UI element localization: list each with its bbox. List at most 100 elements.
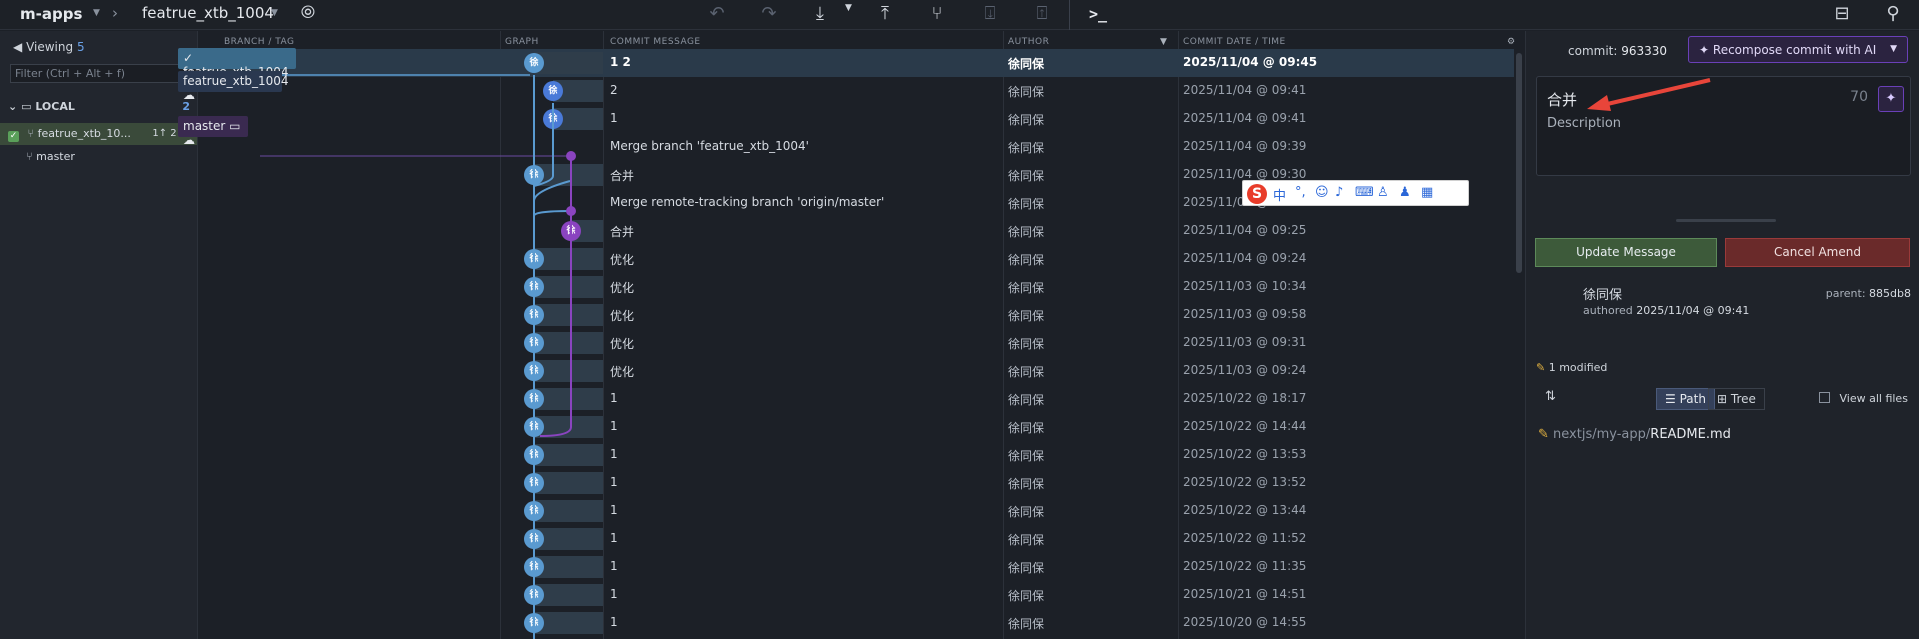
microphone-icon[interactable]: ♪ [1335, 185, 1343, 200]
stash-icon[interactable]: ⍗ [978, 5, 1002, 23]
modified-count: 1 modified [1548, 361, 1608, 374]
local-section-header[interactable]: ⌄ ▭ LOCAL 2 [8, 100, 198, 113]
parent-line: parent: 885db8 [1826, 287, 1911, 300]
parent-sha[interactable]: 885db8 [1869, 287, 1911, 300]
branch-item-master[interactable]: ⑂ master [0, 146, 197, 168]
checkout-check-icon: ✓ [8, 131, 19, 142]
layout-icon[interactable]: ⊟ [1830, 5, 1854, 23]
branch-icon: ⑂ [26, 150, 33, 163]
pop-icon[interactable]: ⍐ [1030, 5, 1054, 23]
update-message-button[interactable]: Update Message [1535, 238, 1717, 267]
lightning-icon[interactable]: ⦾ [296, 4, 320, 22]
tree-view-tab[interactable]: ⊞ Tree [1708, 388, 1765, 410]
back-circle-icon[interactable]: ◀ [13, 40, 22, 54]
sogou-logo-icon[interactable]: S [1247, 184, 1267, 204]
branch-item-featrue[interactable]: ✓ ⑂ featrue_xtb_10... 1↑ 2↓ [0, 123, 197, 145]
toolbar: m-apps ▼ › featrue_xtb_1004 ▼ ⦾ ↶ ↷ ⤓ ▼ … [0, 0, 1919, 30]
viewing-toggle[interactable]: ◀ Viewing 5 [13, 40, 85, 54]
left-panel: ◀ Viewing 5 Filter (Ctrl + Alt + f) ⚲ ⌄ … [0, 31, 198, 639]
branch-item-label: featrue_xtb_10... [37, 127, 131, 140]
pencil-icon: ✎ [1538, 427, 1549, 442]
commit-message-editor[interactable]: 合并 70 ✦ Description [1536, 76, 1911, 176]
cancel-amend-button[interactable]: Cancel Amend [1725, 238, 1910, 267]
viewing-count: 5 [76, 40, 85, 54]
emoji-icon[interactable]: ☺ [1315, 185, 1329, 200]
punctuation-icon[interactable]: °, [1295, 185, 1306, 200]
pull-icon[interactable]: ⤓ [808, 5, 832, 23]
pull-dropdown-icon[interactable]: ▼ [845, 3, 852, 13]
graph-merge-curve [533, 210, 571, 217]
branch-icon[interactable]: ⑂ [925, 5, 949, 23]
ime-language-toggle[interactable]: 中 [1273, 185, 1286, 204]
pencil-icon: ✎ [1536, 361, 1546, 374]
cloud-icon: ☁ [183, 88, 195, 102]
redo-icon[interactable]: ↷ [757, 5, 781, 23]
recompose-label: Recompose commit with AI [1712, 43, 1877, 57]
authored-line: authored 2025/11/04 @ 09:41 [1583, 304, 1749, 317]
merge-dot[interactable] [566, 151, 576, 161]
commit-sha-line: commit: 963330 [1568, 44, 1667, 58]
merge-dot[interactable] [566, 206, 576, 216]
branch-label-text: featrue_xtb_1004 [183, 74, 289, 88]
repo-name[interactable]: m-apps [20, 5, 82, 23]
tree-tab-label: Tree [1730, 392, 1756, 406]
branch-label-text: master [183, 119, 226, 133]
graph-merge-curve [539, 426, 572, 437]
list-icon: ☰ [1665, 392, 1676, 406]
recompose-ai-button[interactable]: ✦ Recompose commit with AI ▼ [1688, 36, 1908, 63]
path-tab-label: Path [1679, 392, 1706, 406]
toolbox-icon[interactable]: ▦ [1421, 185, 1433, 200]
repo-dropdown-icon[interactable]: ▼ [93, 8, 100, 18]
sort-icon[interactable]: ⇅ [1545, 389, 1556, 404]
commit-sha[interactable]: 963330 [1621, 44, 1667, 58]
branch-label-master[interactable]: master ▭ ☁ [178, 116, 248, 147]
author-name: 徐同保 [1583, 288, 1623, 303]
gitkraken-window: m-apps ▼ › featrue_xtb_1004 ▼ ⦾ ↶ ↷ ⤓ ▼ … [0, 0, 1919, 639]
search-icon[interactable]: ⚲ [1881, 5, 1905, 23]
current-branch-name[interactable]: featrue_xtb_1004 [142, 4, 274, 22]
file-name: README.md [1650, 427, 1731, 442]
modified-summary: ✎ 1 modified [1536, 361, 1607, 374]
undo-icon[interactable]: ↶ [705, 5, 729, 23]
branch-item-label: master [36, 150, 75, 163]
panel-resize-handle[interactable] [1676, 219, 1776, 222]
cloud-icon: ☁ [183, 133, 195, 147]
breadcrumb-chevron-icon: › [112, 4, 118, 22]
commit-detail-panel: commit: 963330 ✦ Recompose commit with A… [1525, 31, 1919, 639]
file-dir: nextjs/my-app/ [1553, 427, 1651, 442]
graph-scrollbar[interactable] [1516, 53, 1522, 273]
collapse-chevron-icon[interactable]: ⌄ [8, 100, 17, 113]
push-icon[interactable]: ⤒ [873, 5, 897, 23]
view-all-label: View all files [1839, 392, 1908, 405]
annotation-arrow [1587, 78, 1711, 111]
authored-label: authored [1583, 304, 1633, 317]
toolbar-divider [1069, 0, 1070, 30]
branch-label-current[interactable]: ✓ featrue_xtb_1004 ▭ [178, 48, 296, 93]
ai-generate-icon[interactable]: ✦ [1878, 86, 1904, 112]
char-count: 70 [1850, 89, 1868, 105]
tree-icon: ⊞ [1717, 392, 1728, 406]
graph-lines [224, 74, 576, 639]
keyboard-icon[interactable]: ⌨ [1355, 185, 1374, 200]
dropdown-icon[interactable]: ▼ [1890, 44, 1897, 54]
branch-dropdown-icon[interactable]: ▼ [271, 8, 278, 18]
terminal-icon[interactable]: >_ [1089, 5, 1107, 23]
path-view-tab[interactable]: ☰ Path [1656, 388, 1715, 410]
skin-icon[interactable]: ♟ [1399, 185, 1411, 200]
commit-description-input[interactable]: Description [1547, 116, 1621, 131]
view-all-files-checkbox[interactable]: View all files [1819, 392, 1908, 405]
checkbox-box[interactable] [1819, 392, 1830, 403]
laptop-icon: ▭ [229, 119, 241, 133]
user-icon[interactable]: ♙ [1377, 185, 1389, 200]
laptop-icon: ▭ [21, 100, 32, 113]
branch-filter-input[interactable]: Filter (Ctrl + Alt + f) ⚲ [10, 64, 198, 83]
filter-placeholder: Filter (Ctrl + Alt + f) [15, 67, 126, 80]
local-label: LOCAL [35, 100, 75, 113]
ime-toolbar[interactable]: S 中 °, ☺ ♪ ⌨ ♙ ♟ ▦ [1242, 180, 1469, 206]
authored-date: 2025/11/04 @ 09:41 [1636, 304, 1750, 317]
viewing-label: Viewing [26, 40, 74, 54]
modified-file-row[interactable]: ✎ nextjs/my-app/README.md [1538, 427, 1731, 442]
commit-summary-input[interactable]: 合并 [1547, 89, 1577, 110]
branch-icon: ⑂ [27, 127, 35, 140]
branch-label-remote[interactable]: featrue_xtb_1004 ☁ [178, 71, 289, 102]
